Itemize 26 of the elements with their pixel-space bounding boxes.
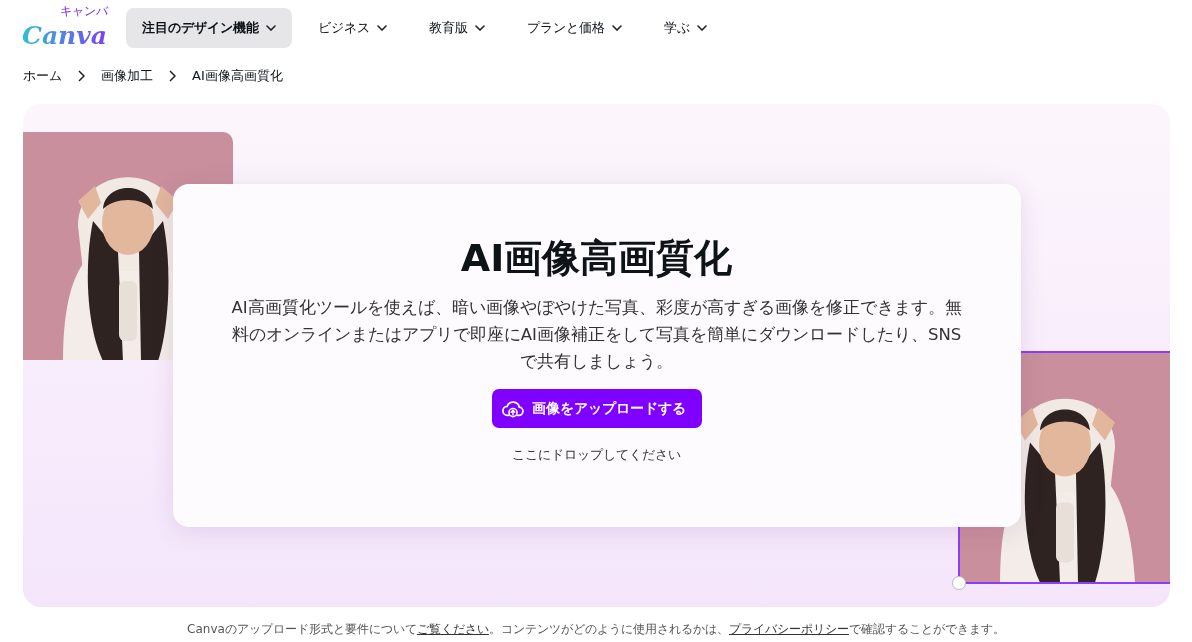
chevron-icon <box>377 25 387 31</box>
chevron-icon <box>612 25 622 31</box>
nav-menu-item[interactable]: ビジネス <box>302 8 403 48</box>
chevron-icon <box>475 25 485 31</box>
nav-menu-item[interactable]: 注目のデザイン機能 <box>126 8 292 48</box>
cloud-upload-icon <box>501 399 524 418</box>
footer-link[interactable]: プライバシーポリシー <box>728 622 849 636</box>
nav-menu-item[interactable]: 教育版 <box>413 8 501 48</box>
chevron-right-icon <box>169 70 176 82</box>
resize-handle[interactable] <box>952 576 966 590</box>
breadcrumb-current: AI画像高画質化 <box>192 67 283 85</box>
footer-text: で確認することができます。 <box>848 622 1005 636</box>
nav-menu-item[interactable]: プランと価格 <box>511 8 638 48</box>
nav-menu-item[interactable]: 学ぶ <box>648 8 723 48</box>
footer-text: Canvaのアップロード形式と要件について <box>187 622 417 636</box>
upload-button[interactable]: 画像をアップロードする <box>491 389 702 428</box>
chevron-icon <box>266 25 276 31</box>
drop-hint: ここにドロップしてください <box>512 446 681 464</box>
footer-link[interactable]: ご覧ください <box>416 622 489 636</box>
description: AI高画質化ツールを使えば、暗い画像やぼやけた写真、彩度が高すぎる画像を修正できます。無料のオンラインまたはアプリで即座にAI画像補正をして写真を簡単にダウンロードしたり、SNSで共有しましょう。 <box>230 297 963 373</box>
breadcrumb-link[interactable]: ホーム <box>23 67 62 85</box>
chevron-icon <box>697 25 707 31</box>
page-title: AI画像高画質化 <box>460 235 733 282</box>
footer-text: 。コンテンツがどのように使用されるかは、 <box>488 622 729 636</box>
breadcrumb-link[interactable]: 画像加工 <box>101 67 153 85</box>
chevron-right-icon <box>78 70 85 82</box>
